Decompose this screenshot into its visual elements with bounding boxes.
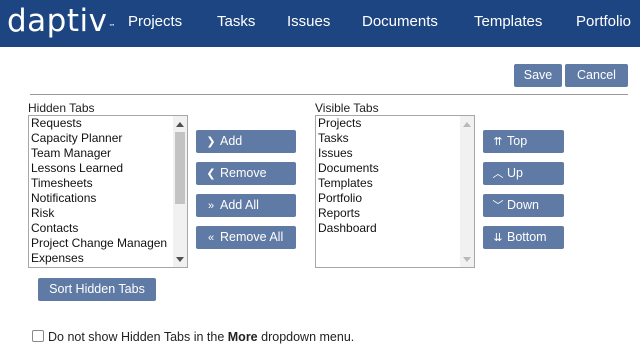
chevron-left-icon: ❮ bbox=[206, 168, 216, 180]
nav-projects[interactable]: Projects bbox=[128, 13, 182, 31]
move-bottom-button[interactable]: ⇊ Bottom bbox=[483, 226, 564, 249]
move-bottom-label: Bottom bbox=[507, 230, 547, 244]
move-down-label: Down bbox=[507, 198, 539, 212]
checkbox-text-after: dropdown menu. bbox=[261, 330, 355, 344]
hidden-tab-item[interactable]: Capacity Planner bbox=[31, 131, 167, 146]
chevron-right-icon: ❯ bbox=[206, 136, 216, 148]
chevron-up-icon: ︿ bbox=[492, 168, 504, 180]
double-chevron-down-icon: ⇊ bbox=[493, 232, 503, 244]
add-button[interactable]: ❯ Add bbox=[196, 130, 296, 153]
visible-tabs-listbox[interactable]: Projects Tasks Issues Documents Template… bbox=[315, 115, 475, 268]
hidden-tab-item[interactable]: Contacts bbox=[31, 221, 167, 236]
hidden-tab-item[interactable]: Expenses bbox=[31, 251, 167, 266]
scroll-up-icon[interactable] bbox=[176, 122, 184, 127]
move-up-button[interactable]: ︿ Up bbox=[483, 162, 564, 185]
scroll-up-icon[interactable] bbox=[463, 122, 471, 127]
nav-tasks[interactable]: Tasks bbox=[217, 13, 255, 31]
nav-documents[interactable]: Documents bbox=[362, 13, 438, 31]
scroll-down-icon[interactable] bbox=[463, 257, 471, 262]
hidden-tab-item[interactable]: Risk bbox=[31, 206, 167, 221]
checkbox-text-bold: More bbox=[227, 330, 258, 344]
sort-hidden-tabs-button[interactable]: Sort Hidden Tabs bbox=[38, 278, 156, 301]
double-chevron-right-icon: » bbox=[207, 200, 215, 212]
move-top-label: Top bbox=[507, 134, 528, 148]
hidden-tab-item[interactable]: Project Change Managen bbox=[31, 236, 167, 251]
hidden-tabs-listbox[interactable]: Requests Capacity Planner Team Manager L… bbox=[28, 115, 188, 268]
hidden-tabs-label: Hidden Tabs bbox=[28, 101, 95, 115]
divider bbox=[30, 94, 628, 95]
visible-tab-item[interactable]: Templates bbox=[318, 176, 379, 191]
hidden-tabs-scrollbar[interactable] bbox=[173, 116, 187, 267]
hidden-tab-item[interactable]: Requests bbox=[31, 116, 167, 131]
move-up-label: Up bbox=[507, 166, 523, 180]
top-navigation-bar: daptiv™ Projects Tasks Issues Documents … bbox=[0, 0, 640, 47]
add-all-button-label: Add All bbox=[220, 198, 259, 212]
hide-more-menu-label: Do not show Hidden Tabs in the More drop… bbox=[48, 330, 354, 344]
visible-tabs-label: Visible Tabs bbox=[315, 101, 379, 115]
double-chevron-left-icon: « bbox=[207, 232, 215, 244]
visible-tab-item[interactable]: Projects bbox=[318, 116, 379, 131]
remove-all-button-label: Remove All bbox=[220, 230, 284, 244]
logo-trademark: ™ bbox=[108, 23, 116, 31]
remove-button[interactable]: ❮ Remove bbox=[196, 162, 296, 185]
nav-portfolio[interactable]: Portfolio bbox=[576, 13, 631, 31]
visible-tab-item[interactable]: Tasks bbox=[318, 131, 379, 146]
add-button-label: Add bbox=[220, 134, 243, 148]
scroll-thumb[interactable] bbox=[175, 132, 185, 204]
add-all-button[interactable]: » Add All bbox=[196, 194, 296, 217]
hidden-tabs-list: Requests Capacity Planner Team Manager L… bbox=[31, 116, 167, 266]
hidden-tab-item[interactable]: Team Manager bbox=[31, 146, 167, 161]
hidden-tab-item[interactable]: Timesheets bbox=[31, 176, 167, 191]
visible-tabs-scrollbar[interactable] bbox=[460, 116, 474, 267]
visible-tab-item[interactable]: Dashboard bbox=[318, 221, 379, 236]
chevron-down-icon: ﹀ bbox=[492, 200, 504, 212]
move-down-button[interactable]: ﹀ Down bbox=[483, 194, 564, 217]
visible-tab-item[interactable]: Reports bbox=[318, 206, 379, 221]
daptiv-logo[interactable]: daptiv™ bbox=[7, 3, 116, 39]
visible-tab-item[interactable]: Portfolio bbox=[318, 191, 379, 206]
scroll-down-icon[interactable] bbox=[176, 257, 184, 262]
logo-text: daptiv bbox=[7, 3, 108, 39]
cancel-button[interactable]: Cancel bbox=[565, 64, 628, 87]
double-chevron-up-icon: ⇈ bbox=[493, 136, 503, 148]
visible-tab-item[interactable]: Issues bbox=[318, 146, 379, 161]
checkbox-text-before: Do not show Hidden Tabs in the bbox=[48, 330, 225, 344]
nav-templates[interactable]: Templates bbox=[474, 13, 542, 31]
save-button[interactable]: Save bbox=[514, 64, 562, 87]
move-top-button[interactable]: ⇈ Top bbox=[483, 130, 564, 153]
nav-issues[interactable]: Issues bbox=[287, 13, 330, 31]
visible-tabs-list: Projects Tasks Issues Documents Template… bbox=[318, 116, 379, 236]
hide-more-menu-checkbox[interactable] bbox=[32, 330, 44, 342]
remove-button-label: Remove bbox=[220, 166, 267, 180]
hidden-tab-item[interactable]: Lessons Learned bbox=[31, 161, 167, 176]
hidden-tab-item[interactable]: Notifications bbox=[31, 191, 167, 206]
remove-all-button[interactable]: « Remove All bbox=[196, 226, 296, 249]
visible-tab-item[interactable]: Documents bbox=[318, 161, 379, 176]
